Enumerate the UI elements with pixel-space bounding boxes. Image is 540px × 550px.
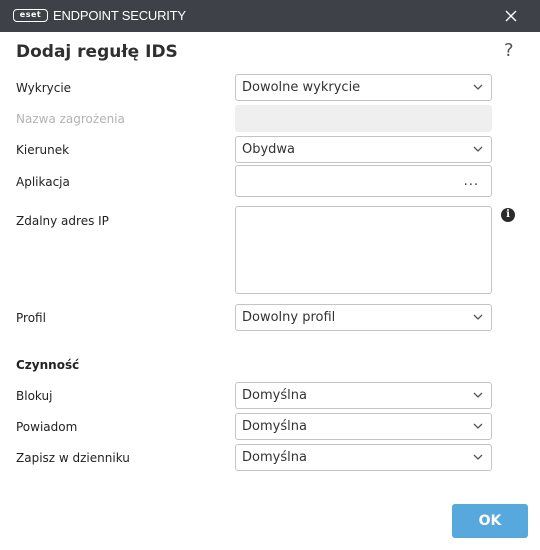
title-bar: eset ENDPOINT SECURITY [0,0,540,32]
chevron-down-icon [473,392,483,398]
profile-label: Profil [16,311,46,325]
application-input[interactable]: ... [235,165,492,197]
action-heading: Czynność [16,358,80,372]
chevron-down-icon [473,314,483,320]
detection-select[interactable]: Dowolne wykrycie [235,74,492,101]
browse-button[interactable]: ... [464,174,479,190]
notify-select[interactable]: Domyślna [235,413,492,440]
direction-select[interactable]: Obydwa [235,136,492,163]
chevron-down-icon [473,146,483,152]
block-select[interactable]: Domyślna [235,382,492,409]
close-icon[interactable] [502,7,520,25]
remote-ip-label: Zdalny adres IP [16,214,109,228]
direction-label: Kierunek [16,143,70,157]
chevron-down-icon [473,454,483,460]
detection-value: Dowolne wykrycie [242,80,361,95]
threat-name-input [235,105,492,132]
chevron-down-icon [473,84,483,90]
dialog-title: Dodaj regułę IDS [16,42,178,62]
application-label: Aplikacja [16,175,70,189]
threat-name-label: Nazwa zagrożenia [16,112,125,126]
detection-label: Wykrycie [16,81,72,95]
log-select[interactable]: Domyślna [235,444,492,471]
info-icon[interactable]: i [501,208,515,222]
ok-button[interactable]: OK [452,504,528,538]
eset-logo: eset [13,9,48,22]
block-label: Blokuj [16,389,53,403]
notify-value: Domyślna [242,419,307,434]
direction-value: Obydwa [242,142,296,157]
log-label: Zapisz w dzienniku [16,451,130,465]
block-value: Domyślna [242,388,307,403]
chevron-down-icon [473,423,483,429]
remote-ip-textarea[interactable] [235,206,492,294]
help-icon[interactable]: ? [504,40,514,61]
product-name: ENDPOINT SECURITY [53,8,186,23]
log-value: Domyślna [242,450,307,465]
profile-select[interactable]: Dowolny profil [235,304,492,331]
notify-label: Powiadom [16,420,78,434]
profile-value: Dowolny profil [242,310,336,325]
